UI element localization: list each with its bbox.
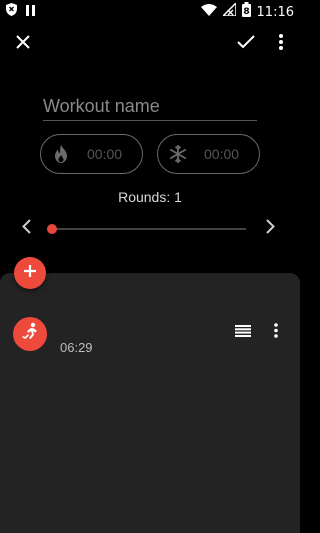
reorder-handle[interactable]: [232, 323, 254, 343]
clock: 11:16: [256, 4, 294, 20]
no-signal-icon: [220, 1, 237, 21]
battery-level: 8: [243, 7, 249, 17]
exercise-avatar: [13, 317, 47, 351]
status-left: [6, 3, 35, 21]
workout-name-input[interactable]: [43, 94, 257, 118]
chevron-right-icon: [265, 219, 275, 239]
check-icon: [237, 34, 255, 54]
warmup-time-text: 00:00: [87, 146, 123, 162]
exercise-row[interactable]: 06:29: [0, 317, 300, 367]
save-button[interactable]: [234, 32, 258, 56]
close-button[interactable]: [11, 32, 35, 56]
chevron-left-icon: [21, 219, 31, 239]
cooldown-time-button[interactable]: 00:00: [157, 134, 260, 174]
pause-icon: [26, 3, 35, 21]
battery-icon: 8: [241, 2, 251, 22]
overflow-menu-button[interactable]: [269, 32, 293, 56]
more-vert-icon: [279, 33, 283, 55]
rounds-increase-button[interactable]: [259, 218, 281, 240]
status-right: 8 11:16: [200, 1, 294, 22]
drag-handle-icon: [235, 324, 251, 342]
exercise-menu-button[interactable]: [266, 322, 286, 344]
running-icon: [20, 322, 40, 347]
warmup-time-button[interactable]: 00:00: [40, 134, 143, 174]
rounds-slider-thumb[interactable]: [47, 224, 57, 234]
rounds-label: Rounds: 1: [118, 189, 182, 205]
exercise-sheet: 06:29: [0, 273, 300, 533]
status-bar: 8 11:16: [0, 0, 300, 22]
rounds-slider-track[interactable]: [47, 224, 246, 234]
close-icon: [16, 34, 30, 54]
plus-icon: [23, 264, 37, 283]
snowflake-icon: [168, 144, 188, 164]
workout-name-field: [43, 94, 257, 121]
add-exercise-button[interactable]: [14, 257, 46, 289]
toolbar: [0, 28, 300, 60]
cooldown-time-text: 00:00: [204, 146, 240, 162]
more-vert-icon: [274, 323, 278, 343]
wifi-icon: [200, 3, 217, 21]
flame-icon: [51, 144, 71, 164]
screen: 8 11:16 00:00: [0, 0, 300, 533]
shield-icon: [6, 3, 17, 21]
rounds-slider-row: [0, 216, 300, 242]
rounds-decrease-button[interactable]: [15, 218, 37, 240]
exercise-duration: 06:29: [60, 340, 93, 355]
